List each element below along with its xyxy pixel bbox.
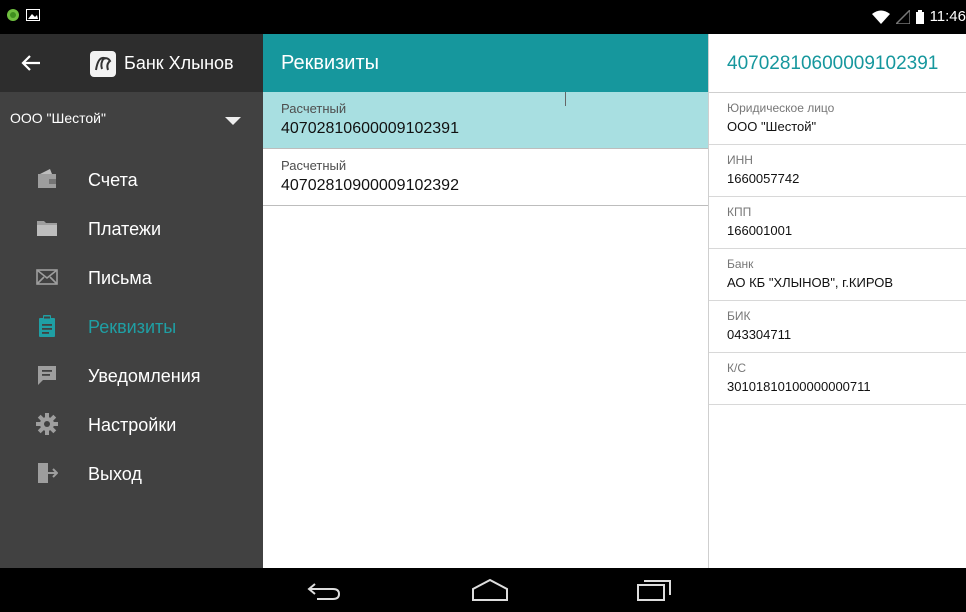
details-title: 40702810600009102391 [727, 53, 939, 74]
wallet-icon [38, 169, 56, 188]
menu-item-accounts[interactable]: Счета [0, 156, 263, 205]
gear-icon [36, 413, 58, 435]
detail-value: 30101810100000000711 [727, 379, 871, 394]
account-number: 40702810600009102391 [281, 120, 459, 137]
account-number: 40702810900009102392 [281, 177, 459, 194]
account-type: Расчетный [281, 158, 347, 173]
menu-item-exit[interactable]: Выход [0, 450, 263, 499]
detail-legal-entity: Юридическое лицо ООО "Шестой" [709, 93, 966, 145]
signal-icon [895, 9, 910, 24]
menu-label: Реквизиты [88, 317, 177, 337]
bank-logo-icon [90, 51, 116, 77]
message-icon [38, 366, 56, 385]
menu-item-payments[interactable]: Платежи [0, 205, 263, 254]
nav-recents-icon[interactable] [634, 576, 674, 604]
detail-bik: БИК 043304711 [709, 301, 966, 353]
nav-home-icon[interactable] [470, 576, 510, 604]
navigation-bar [0, 568, 966, 612]
details-header: 40702810600009102391 [708, 34, 966, 92]
scroll-marker [565, 92, 566, 106]
detail-value: 166001001 [727, 223, 793, 238]
detail-ks: К/С 30101810100000000711 [709, 353, 966, 405]
detail-bank: Банк АО КБ "ХЛЫНОВ", г.КИРОВ [709, 249, 966, 301]
detail-label: КПП [727, 205, 752, 219]
clipboard-icon [39, 315, 55, 337]
nav-back-icon[interactable] [305, 576, 345, 604]
app-notification-icon [7, 9, 19, 21]
detail-value: АО КБ "ХЛЫНОВ", г.КИРОВ [727, 275, 894, 290]
menu-item-settings[interactable]: Настройки [0, 401, 263, 450]
detail-label: ИНН [727, 153, 753, 167]
dropdown-caret-icon [225, 117, 241, 125]
menu-item-letters[interactable]: Письма [0, 254, 263, 303]
detail-inn: ИНН 1660057742 [709, 145, 966, 197]
detail-kpp: КПП 166001001 [709, 197, 966, 249]
menu-item-notifications[interactable]: Уведомления [0, 352, 263, 401]
drawer-menu: Счета Платежи Письма Реквизиты Уведомлен… [0, 156, 263, 499]
menu-label: Выход [88, 464, 142, 484]
status-bar: 11:46 [0, 0, 966, 34]
details-list: Юридическое лицо ООО "Шестой" ИНН 166005… [708, 92, 966, 568]
detail-label: Банк [727, 257, 754, 271]
detail-value: 1660057742 [727, 171, 800, 186]
back-arrow-icon[interactable] [18, 50, 44, 76]
image-notification-icon [26, 9, 40, 21]
detail-label: К/С [727, 361, 746, 375]
detail-label: Юридическое лицо [727, 101, 835, 115]
status-bar-right: 11:46 [871, 8, 966, 25]
page-title: Реквизиты [281, 52, 380, 74]
organization-name: ООО "Шестой" [10, 110, 106, 126]
account-row[interactable]: Расчетный 40702810900009102392 [263, 149, 708, 206]
menu-label: Настройки [88, 415, 177, 435]
menu-label: Счета [88, 170, 138, 190]
wifi-icon [871, 10, 890, 24]
status-bar-left [6, 8, 40, 22]
navigation-drawer: Банк Хлынов ООО "Шестой" Счета Платежи П… [0, 34, 263, 568]
clock: 11:46 [929, 8, 966, 25]
battery-icon [915, 9, 924, 24]
detail-value: ООО "Шестой" [727, 119, 817, 134]
menu-item-requisites[interactable]: Реквизиты [0, 303, 263, 352]
exit-icon [38, 463, 58, 483]
detail-value: 043304711 [727, 327, 792, 342]
menu-label: Уведомления [88, 366, 201, 386]
account-row-selected[interactable]: Расчетный 40702810600009102391 [263, 92, 708, 149]
bank-name: Банк Хлынов [124, 53, 234, 73]
organization-selector[interactable]: ООО "Шестой" [0, 92, 263, 144]
requisites-header: Реквизиты [263, 34, 708, 92]
menu-label: Платежи [88, 219, 162, 239]
account-type: Расчетный [281, 101, 347, 116]
drawer-header: Банк Хлынов [0, 34, 263, 92]
folder-icon [37, 221, 57, 236]
menu-label: Письма [88, 268, 152, 288]
mail-icon [36, 269, 58, 285]
detail-label: БИК [727, 309, 751, 323]
account-list: Расчетный 40702810600009102391 Расчетный… [263, 92, 708, 568]
